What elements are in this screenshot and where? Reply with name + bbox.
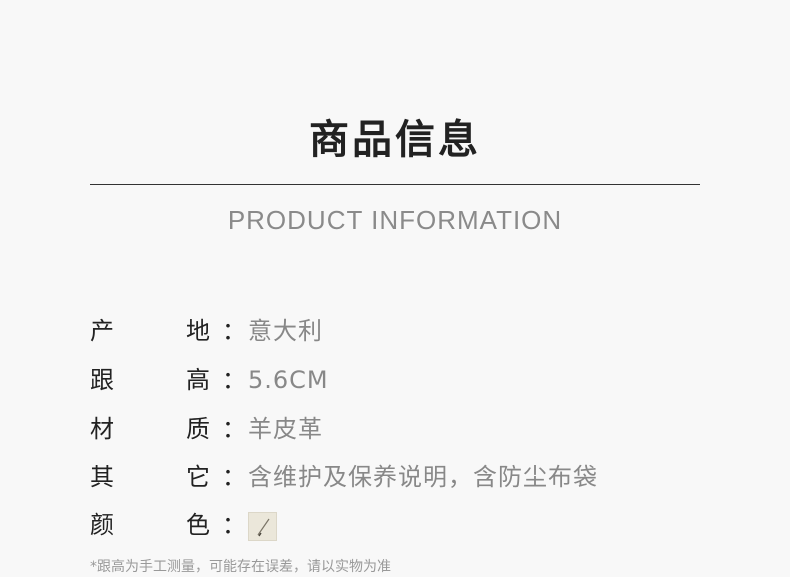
spec-row-color: 颜 色 ： xyxy=(90,510,730,541)
spec-row-origin: 产 地 ： 意大利 xyxy=(90,316,730,346)
title-divider xyxy=(90,184,700,185)
spec-label-char-1: 跟 xyxy=(90,366,114,394)
color-swatch[interactable] xyxy=(248,512,277,541)
spec-value: 含维护及保养说明，含防尘布袋 xyxy=(248,463,598,491)
spec-label-char-2: 色 xyxy=(186,511,210,539)
page-subtitle: PRODUCT INFORMATION xyxy=(227,205,563,235)
spec-row-other: 其 它 ： 含维护及保养说明，含防尘布袋 xyxy=(90,462,730,492)
spec-row-heel-height: 跟 高 ： 5.6CM xyxy=(90,365,730,395)
page-title: 商品信息 xyxy=(309,117,481,163)
measurement-note: *跟高为手工测量，可能存在误差，请以实物为准 xyxy=(90,559,391,575)
swatch-stitch-icon xyxy=(257,518,270,537)
spec-colon: ： xyxy=(222,511,246,539)
spec-label-char-1: 颜 xyxy=(90,511,114,539)
spec-value: 5.6CM xyxy=(248,366,329,394)
spec-label-char-2: 高 xyxy=(186,366,210,394)
spec-colon: ： xyxy=(222,366,246,394)
spec-label-char-1: 材 xyxy=(90,415,114,443)
spec-value: 意大利 xyxy=(248,317,323,345)
spec-label-char-1: 产 xyxy=(90,317,114,345)
spec-label-char-1: 其 xyxy=(90,463,114,491)
spec-label-char-2: 质 xyxy=(186,415,210,443)
spec-colon: ： xyxy=(222,415,246,443)
spec-row-material: 材 质 ： 羊皮革 xyxy=(90,414,730,444)
spec-label-char-2: 它 xyxy=(186,463,210,491)
spec-label-char-2: 地 xyxy=(186,317,210,345)
spec-colon: ： xyxy=(222,317,246,345)
spec-colon: ： xyxy=(222,463,246,491)
spec-value: 羊皮革 xyxy=(248,415,323,443)
